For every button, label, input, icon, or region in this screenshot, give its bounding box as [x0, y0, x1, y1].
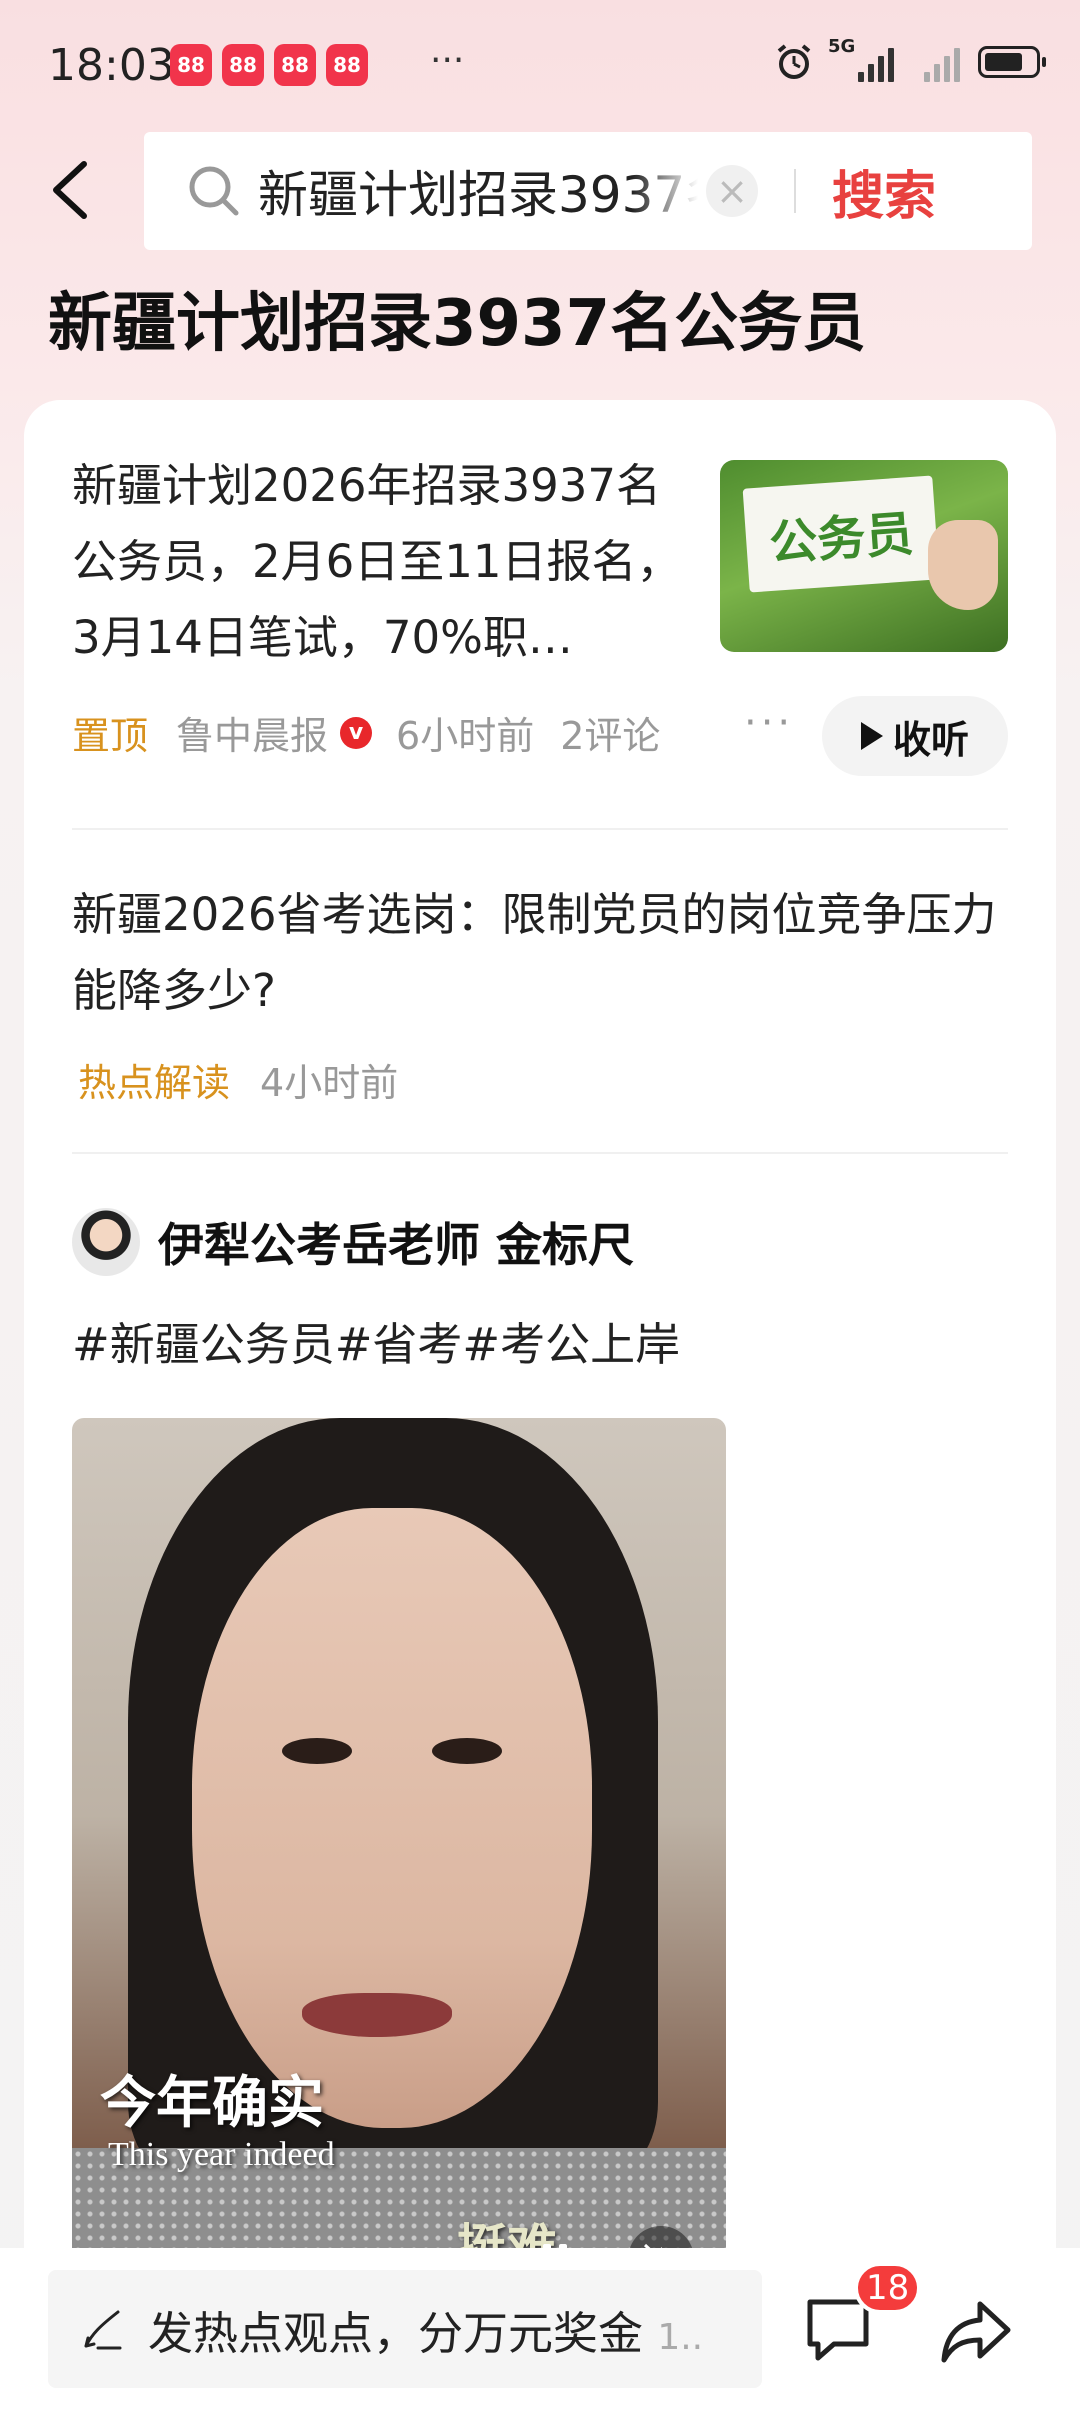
app-notification-icon: 88 [222, 44, 264, 86]
search-icon [189, 166, 239, 216]
comment-input[interactable]: 发热点观点，分万元奖金 1.. [48, 2270, 762, 2388]
article-title[interactable]: 新疆计划2026年招录3937名公务员，2月6日至11日报名，3月14日笔试，7… [72, 448, 682, 676]
results-card: 新疆计划2026年招录3937名公务员，2月6日至11日报名，3月14日笔试，7… [24, 400, 1056, 2412]
status-bar: 18:03 88 88 88 88 ··· 5G [0, 0, 1080, 2056]
post-author[interactable]: 伊犁公考岳老师 金标尺 [72, 1208, 634, 1276]
comment-placeholder: 发热点观点，分万元奖金 1.. [148, 2297, 738, 2362]
publish-time: 6小时前 [396, 714, 535, 758]
back-button[interactable] [40, 150, 100, 230]
bottom-bar: 发热点观点，分万元奖金 1.. 18 [0, 2248, 1080, 2412]
author-name[interactable]: 伊犁公考岳老师 金标尺 [158, 1209, 634, 1275]
clock: 18:03 [48, 40, 175, 91]
comment-count-badge: 18 [854, 2262, 922, 2314]
article-meta: 置顶 鲁中晨报 v 6小时前 2评论 [72, 705, 660, 760]
comment-placeholder-text: 发热点观点，分万元奖金 [148, 2306, 644, 2360]
thumbnail-sign: 公务员 [742, 475, 940, 593]
video-subtitle-en: This year indeed [108, 2136, 335, 2173]
notification-icons: 88 88 88 88 [170, 44, 872, 2056]
share-icon[interactable] [936, 2292, 1016, 2372]
video-frame-eye [282, 1738, 352, 1764]
signal-5g-icon: 5G [828, 36, 894, 82]
publish-time: 4小时前 [260, 1061, 399, 1105]
clear-search-button[interactable]: × [706, 165, 758, 217]
article-meta: 热点解读 4小时前 [78, 1052, 398, 1107]
verified-icon: v [340, 716, 373, 749]
divider [72, 1152, 1008, 1154]
video-frame-eye [432, 1738, 502, 1764]
thumbnail-hand [928, 520, 998, 610]
app-notification-icon: 88 [326, 44, 368, 86]
battery-icon [978, 46, 1046, 78]
source-name[interactable]: 鲁中晨报 [176, 705, 328, 760]
search-input[interactable]: 新疆计划招录3937名公务员 [258, 155, 698, 227]
video-frame-mouth [302, 1993, 452, 2037]
chevron-left-icon [53, 161, 87, 219]
avatar[interactable] [72, 1208, 140, 1276]
search-divider [794, 169, 796, 213]
more-notifications-icon: ··· [430, 40, 465, 81]
comment-placeholder-suffix: 1.. [657, 2316, 704, 2358]
pen-icon [84, 2310, 122, 2350]
listen-label: 收听 [892, 717, 969, 762]
app-notification-icon: 88 [274, 44, 316, 86]
play-icon [860, 722, 883, 750]
search-bar[interactable]: 新疆计划招录3937名公务员 × 搜索 [144, 132, 1032, 250]
signal-secondary-icon [912, 42, 960, 82]
more-options-button[interactable]: ··· [744, 700, 794, 746]
divider [72, 828, 1008, 830]
app-notification-icon: 88 [170, 44, 212, 86]
article-thumbnail[interactable]: 公务员 [720, 460, 1008, 652]
system-icons: 5G [774, 36, 1046, 82]
article-title[interactable]: 新疆2026省考选岗：限制党员的岗位竞争压力能降多少? [72, 877, 1012, 1029]
post-hashtags[interactable]: #新疆公务员#省考#考公上岸 [72, 1308, 680, 1373]
listen-button[interactable]: 收听 [822, 696, 1008, 776]
alarm-icon [777, 44, 811, 79]
hot-topic-tag: 热点解读 [78, 1061, 231, 1105]
pinned-tag: 置顶 [72, 714, 149, 758]
comment-count: 2评论 [560, 714, 661, 758]
page-title: 新疆计划招录3937名公务员 [48, 287, 867, 361]
video-subtitle-cn: 今年确实 [100, 2070, 324, 2136]
search-button[interactable]: 搜索 [832, 154, 936, 229]
